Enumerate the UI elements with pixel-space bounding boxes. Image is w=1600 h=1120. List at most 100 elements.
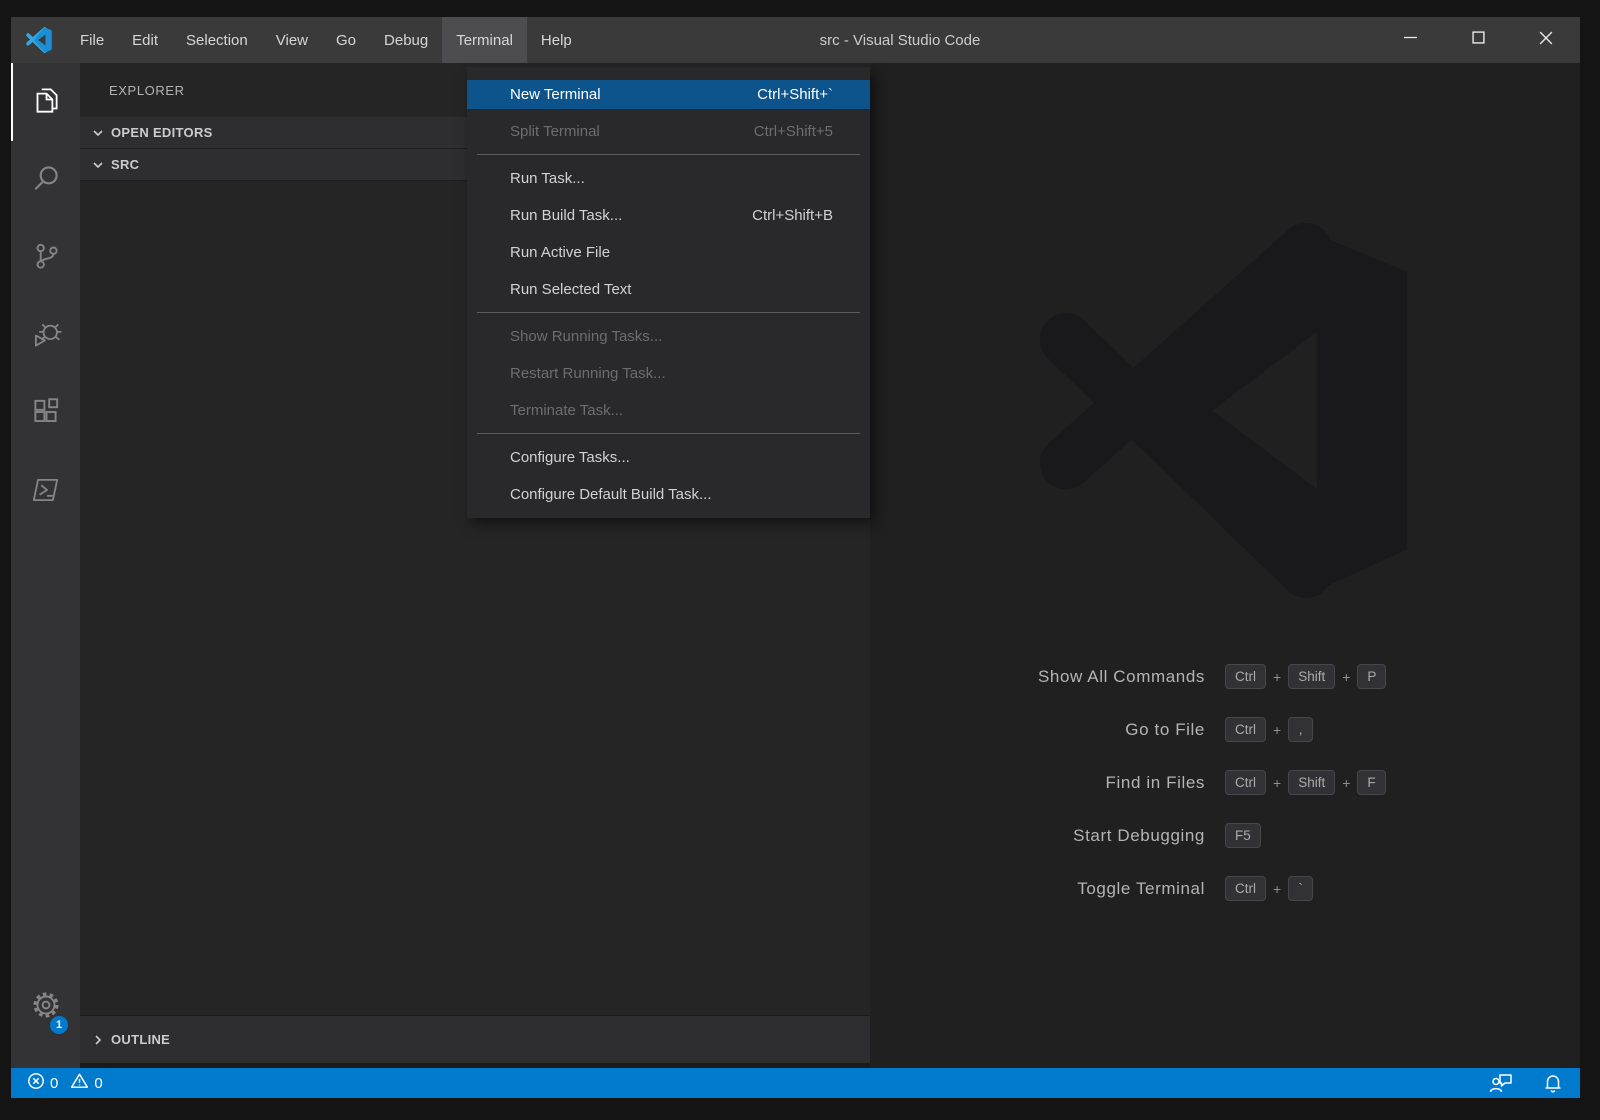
menu-item-shortcut: Ctrl+Shift+`	[757, 86, 833, 103]
menu-item-run-active-file[interactable]: Run Active File	[467, 234, 870, 271]
key-separator: +	[1342, 775, 1350, 791]
key-cap: Shift	[1288, 664, 1335, 689]
editor-area: Show All Commands Ctrl + Shift + P Go to File C…	[870, 63, 1580, 1068]
maximize-button[interactable]	[1444, 17, 1512, 63]
section-label: OUTLINE	[111, 1032, 170, 1047]
terminal-menu: New Terminal Ctrl+Shift+` Split Terminal Ct…	[467, 67, 870, 518]
key-cap: Ctrl	[1225, 717, 1266, 742]
key-cap: Ctrl	[1225, 876, 1266, 901]
chevron-right-icon	[90, 1032, 106, 1048]
menu-item-label: Run Active File	[510, 244, 610, 261]
key-separator: +	[1273, 669, 1281, 685]
menu-item-label: Run Build Task...	[510, 207, 622, 224]
activity-source-control[interactable]	[11, 219, 80, 297]
keybinding-label: Start Debugging	[870, 826, 1205, 846]
activity-powershell[interactable]	[11, 453, 80, 531]
menu-item-split-terminal[interactable]: Split Terminal Ctrl+Shift+5	[467, 113, 870, 150]
keybinding-keys: Ctrl + Shift + F	[1225, 770, 1386, 795]
error-icon	[27, 1072, 45, 1095]
menu-item-run-build-task[interactable]: Run Build Task... Ctrl+Shift+B	[467, 197, 870, 234]
menubar-item-debug[interactable]: Debug	[370, 17, 442, 63]
key-separator: +	[1273, 775, 1281, 791]
minimize-button[interactable]	[1376, 17, 1444, 63]
menu-item-label: New Terminal	[510, 86, 601, 103]
menubar-item-edit[interactable]: Edit	[118, 17, 172, 63]
keybinding-row: Find in Files Ctrl + Shift + F	[870, 756, 1580, 809]
menu-item-shortcut: Ctrl+Shift+5	[754, 123, 833, 140]
activity-explorer[interactable]	[11, 63, 80, 141]
keybinding-label: Find in Files	[870, 773, 1205, 793]
vscode-watermark-icon	[1036, 223, 1411, 598]
menu-item-configure-default-build-task[interactable]: Configure Default Build Task...	[467, 476, 870, 513]
run-debug-icon	[29, 317, 63, 356]
keybinding-keys: Ctrl+,	[1225, 717, 1313, 742]
settings-button[interactable]: 1	[11, 986, 80, 1028]
menu-item-restart-running-task[interactable]: Restart Running Task...	[467, 355, 870, 392]
menu-item-configure-tasks[interactable]: Configure Tasks...	[467, 439, 870, 476]
key-cap: `	[1288, 876, 1313, 901]
key-cap: F	[1357, 770, 1385, 795]
keybinding-label: Go to File	[870, 720, 1205, 740]
menubar-item-selection[interactable]: Selection	[172, 17, 262, 63]
key-separator: +	[1273, 722, 1281, 738]
chevron-down-icon	[90, 157, 106, 173]
key-cap: F5	[1225, 823, 1261, 848]
menu-item-run-task[interactable]: Run Task...	[467, 160, 870, 197]
menu-item-label: Split Terminal	[510, 123, 600, 140]
activity-run-debug[interactable]	[11, 297, 80, 375]
key-cap: Shift	[1288, 770, 1335, 795]
bell-icon[interactable]	[1542, 1071, 1564, 1095]
keybinding-row: Go to FileCtrl+,	[870, 703, 1580, 756]
menu-item-show-running-tasks[interactable]: Show Running Tasks...	[467, 318, 870, 355]
titlebar: FileEditSelectionViewGoDebugTerminalHelp…	[11, 17, 1580, 63]
minimize-icon	[1404, 31, 1417, 49]
powershell-icon	[29, 473, 63, 512]
window-title: src - Visual Studio Code	[620, 32, 1180, 49]
keybinding-keys: Ctrl + `	[1225, 876, 1313, 901]
activity-extensions[interactable]	[11, 375, 80, 453]
menu-item-terminate-task[interactable]: Terminate Task...	[467, 392, 870, 429]
section-outline[interactable]: OUTLINE	[80, 1015, 870, 1063]
window-controls	[1376, 17, 1580, 63]
menubar-item-view[interactable]: View	[262, 17, 322, 63]
menu-item-label: Terminate Task...	[510, 402, 623, 419]
menu-separator	[477, 154, 860, 155]
menu-item-label: Run Selected Text	[510, 281, 631, 298]
menu-separator	[477, 433, 860, 434]
menubar-item-terminal[interactable]: Terminal	[442, 17, 527, 63]
key-cap: Ctrl	[1225, 770, 1266, 795]
menu-separator	[477, 312, 860, 313]
menu-item-label: Show Running Tasks...	[510, 328, 662, 345]
maximize-icon	[1472, 31, 1485, 49]
menu-item-label: Configure Default Build Task...	[510, 486, 712, 503]
error-count: 0	[50, 1075, 58, 1092]
desktop-background: FileEditSelectionViewGoDebugTerminalHelp…	[0, 0, 1600, 1120]
menu-item-shortcut: Ctrl+Shift+B	[752, 207, 833, 224]
explorer-icon	[29, 83, 63, 122]
key-cap: P	[1357, 664, 1386, 689]
keybinding-keys: Ctrl+Shift+P	[1225, 664, 1386, 689]
activity-search[interactable]	[11, 141, 80, 219]
warning-icon	[70, 1072, 89, 1095]
problems-warnings[interactable]: 0	[70, 1072, 102, 1095]
feedback-icon[interactable]	[1488, 1071, 1514, 1095]
menubar: FileEditSelectionViewGoDebugTerminalHelp	[66, 17, 586, 63]
key-separator: +	[1273, 881, 1281, 897]
chevron-down-icon	[90, 125, 106, 141]
problems-errors[interactable]: 0	[27, 1072, 58, 1095]
keybinding-hints: Show All Commands Ctrl + Shift + P Go to File C…	[870, 650, 1580, 915]
menu-item-new-terminal[interactable]: New Terminal Ctrl+Shift+`	[467, 76, 870, 113]
activity-bar: 1	[11, 63, 80, 1068]
menu-item-label: Restart Running Task...	[510, 365, 666, 382]
menubar-item-go[interactable]: Go	[322, 17, 370, 63]
menubar-item-help[interactable]: Help	[527, 17, 586, 63]
menubar-item-file[interactable]: File	[66, 17, 118, 63]
menu-item-run-selected-text[interactable]: Run Selected Text	[467, 271, 870, 308]
close-button[interactable]	[1512, 17, 1580, 63]
keybinding-row: Show All CommandsCtrl+Shift+P	[870, 650, 1580, 703]
close-icon	[1539, 31, 1553, 50]
key-cap: Ctrl	[1225, 664, 1266, 689]
keybinding-row: Toggle TerminalCtrl+`	[870, 862, 1580, 915]
keybinding-label: Show All Commands	[870, 667, 1205, 687]
settings-badge: 1	[48, 1014, 70, 1036]
